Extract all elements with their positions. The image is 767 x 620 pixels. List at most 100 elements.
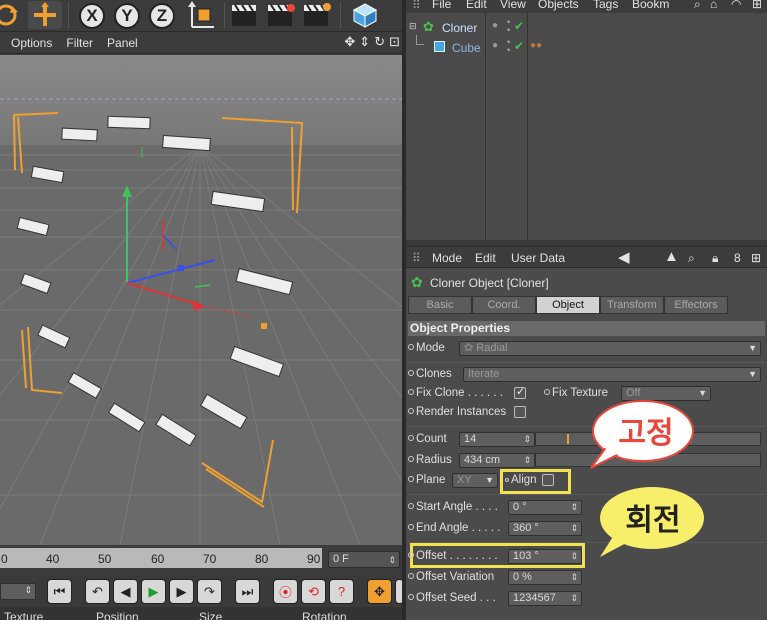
menu-bookmarks[interactable]: Bookm <box>632 0 669 11</box>
fix-clone-checkbox[interactable]: ✓ <box>514 386 526 399</box>
material-tag-icon[interactable]: ●● <box>530 40 542 51</box>
object-row-cloner[interactable]: ⊟ ✿ Cloner ● • • ✔ <box>406 18 767 38</box>
dropdown-arrow-icon: ▼ <box>748 369 757 379</box>
count-label: Count <box>408 433 447 445</box>
z-axis-lock[interactable]: Z <box>149 3 175 29</box>
start-frame-field[interactable]: ⇕ <box>0 583 36 600</box>
offset-seed-field[interactable]: 1234567 ⇕ <box>508 591 582 606</box>
new-window-icon[interactable]: ⊞ <box>751 251 761 265</box>
enabled-check-icon[interactable]: ✔ <box>514 19 524 33</box>
rotation-annotation-bubble: 회전 <box>596 485 706 557</box>
menu-objects[interactable]: Objects <box>538 0 579 11</box>
count-slider-knob[interactable] <box>567 434 569 444</box>
spinner-arrows-icon[interactable]: ⇕ <box>570 550 578 563</box>
undo-icon[interactable] <box>0 1 22 29</box>
tab-transform[interactable]: Transform <box>600 296 664 314</box>
visibility-dots-icon[interactable]: • • <box>507 18 510 35</box>
mode-value: Radial <box>476 342 508 354</box>
plane-dropdown[interactable]: XY ▼ <box>452 473 498 488</box>
spinner-arrows-icon[interactable]: ⇕ <box>570 522 578 535</box>
start-angle-field[interactable]: 0 ° ⇕ <box>508 500 582 515</box>
home-icon[interactable]: ⌂ <box>710 0 717 11</box>
spinner-arrows-icon[interactable]: ⇕ <box>24 584 32 597</box>
offset-variation-field[interactable]: 0 % ⇕ <box>508 570 582 585</box>
spinner-arrows-icon[interactable]: ⇕ <box>523 433 531 446</box>
search-icon[interactable]: ⌕ <box>688 251 695 266</box>
move-icon[interactable] <box>28 1 62 29</box>
radius-field[interactable]: 434 cm ⇕ <box>459 453 535 468</box>
maximize-view-icon[interactable]: ⊡ <box>389 34 400 50</box>
prev-key-icon[interactable]: ↶ <box>85 579 110 604</box>
play-icon[interactable]: ▶ <box>141 579 166 604</box>
keyframe-selection-icon[interactable]: ? <box>329 579 354 604</box>
menu-view[interactable]: View <box>500 0 526 11</box>
render-view-icon[interactable] <box>230 2 260 28</box>
dropdown-arrow-icon: ▼ <box>485 475 494 485</box>
spinner-arrows-icon[interactable]: ⇕ <box>570 501 578 514</box>
align-checkbox[interactable] <box>542 474 554 486</box>
spinner-arrows-icon[interactable]: ⇕ <box>388 553 396 568</box>
go-to-end-icon[interactable]: ⏭ <box>235 579 260 604</box>
link-icon[interactable]: 8 <box>734 251 741 265</box>
visibility-dots-icon[interactable]: • • <box>507 38 510 55</box>
3d-viewport[interactable] <box>0 55 402 545</box>
menu-tags[interactable]: Tags <box>593 0 618 11</box>
cube-icon[interactable] <box>350 1 380 29</box>
tick-label: 70 <box>203 552 217 566</box>
record-keys-icon[interactable]: ⦿ <box>273 579 298 604</box>
eye-icon[interactable]: ◠ <box>731 0 741 11</box>
menu-options[interactable]: Options <box>11 36 52 50</box>
texture-column-header: Texture <box>4 610 44 620</box>
prev-frame-icon[interactable]: ◀ <box>113 579 138 604</box>
go-to-start-icon[interactable]: ⏮ <box>47 579 72 604</box>
collapse-icon[interactable]: ⊟ <box>409 21 417 32</box>
clones-dropdown[interactable]: Iterate ▼ <box>463 367 761 382</box>
current-frame-field[interactable]: 0 F ⇕ <box>328 551 400 568</box>
offset-field[interactable]: 103 ° ⇕ <box>508 549 582 564</box>
up-arrow-icon[interactable]: ▲ <box>664 248 679 265</box>
object-row-cube[interactable]: Cube ● • • ✔ ●● <box>406 35 767 58</box>
x-axis-lock[interactable]: X <box>79 3 105 29</box>
timeline-ruler[interactable]: 0 40 50 60 70 80 90 <box>0 548 322 568</box>
cube-icon <box>434 41 445 52</box>
autokey-icon[interactable]: ⟲ <box>301 579 326 604</box>
render-instances-checkbox[interactable] <box>514 406 526 418</box>
enabled-check-icon[interactable]: ✔ <box>514 39 524 53</box>
rotate-view-icon[interactable]: ↻ <box>374 34 385 50</box>
menu-mode[interactable]: Mode <box>432 251 462 265</box>
dolly-icon[interactable]: ⇕ <box>359 34 370 50</box>
layer-dot-icon[interactable]: ● <box>492 20 498 31</box>
menu-user-data[interactable]: User Data <box>511 251 565 265</box>
spinner-arrows-icon[interactable]: ⇕ <box>523 454 531 467</box>
menu-edit[interactable]: Edit <box>475 251 496 265</box>
menu-file[interactable]: File <box>432 0 451 11</box>
menu-edit[interactable]: Edit <box>466 0 487 11</box>
search-icon[interactable]: ⌕ <box>694 0 701 12</box>
render-settings-icon[interactable] <box>302 2 332 28</box>
y-axis-label: Y <box>121 6 133 25</box>
mode-dropdown[interactable]: ✿ Radial ▼ <box>459 341 761 356</box>
menu-filter[interactable]: Filter <box>66 36 93 50</box>
world-axis-icon[interactable] <box>184 1 218 29</box>
lock-icon[interactable]: 🔒︎ <box>712 251 718 266</box>
tab-basic[interactable]: Basic <box>408 296 472 314</box>
tab-coord[interactable]: Coord. <box>472 296 536 314</box>
layer-dot-icon[interactable]: ● <box>492 40 498 51</box>
render-picture-icon[interactable] <box>266 2 296 28</box>
new-window-icon[interactable]: ⊞ <box>752 0 762 11</box>
back-arrow-icon[interactable]: ◀ <box>618 248 630 266</box>
y-axis-lock[interactable]: Y <box>114 3 140 29</box>
spinner-arrows-icon[interactable]: ⇕ <box>570 592 578 605</box>
next-key-icon[interactable]: ↷ <box>197 579 222 604</box>
move-key-icon[interactable]: ✥ <box>367 579 392 604</box>
tab-object[interactable]: Object <box>536 296 600 314</box>
tab-effectors[interactable]: Effectors <box>664 296 728 314</box>
pan-icon[interactable]: ✥ <box>344 34 355 50</box>
current-frame-value: 0 F <box>333 553 349 565</box>
menu-panel[interactable]: Panel <box>107 36 138 50</box>
end-angle-field[interactable]: 360 ° ⇕ <box>508 521 582 536</box>
spinner-arrows-icon[interactable]: ⇕ <box>570 571 578 584</box>
rotation-annotation-text: 회전 <box>625 503 681 538</box>
count-field[interactable]: 14 ⇕ <box>459 432 535 447</box>
next-frame-icon[interactable]: ▶ <box>169 579 194 604</box>
